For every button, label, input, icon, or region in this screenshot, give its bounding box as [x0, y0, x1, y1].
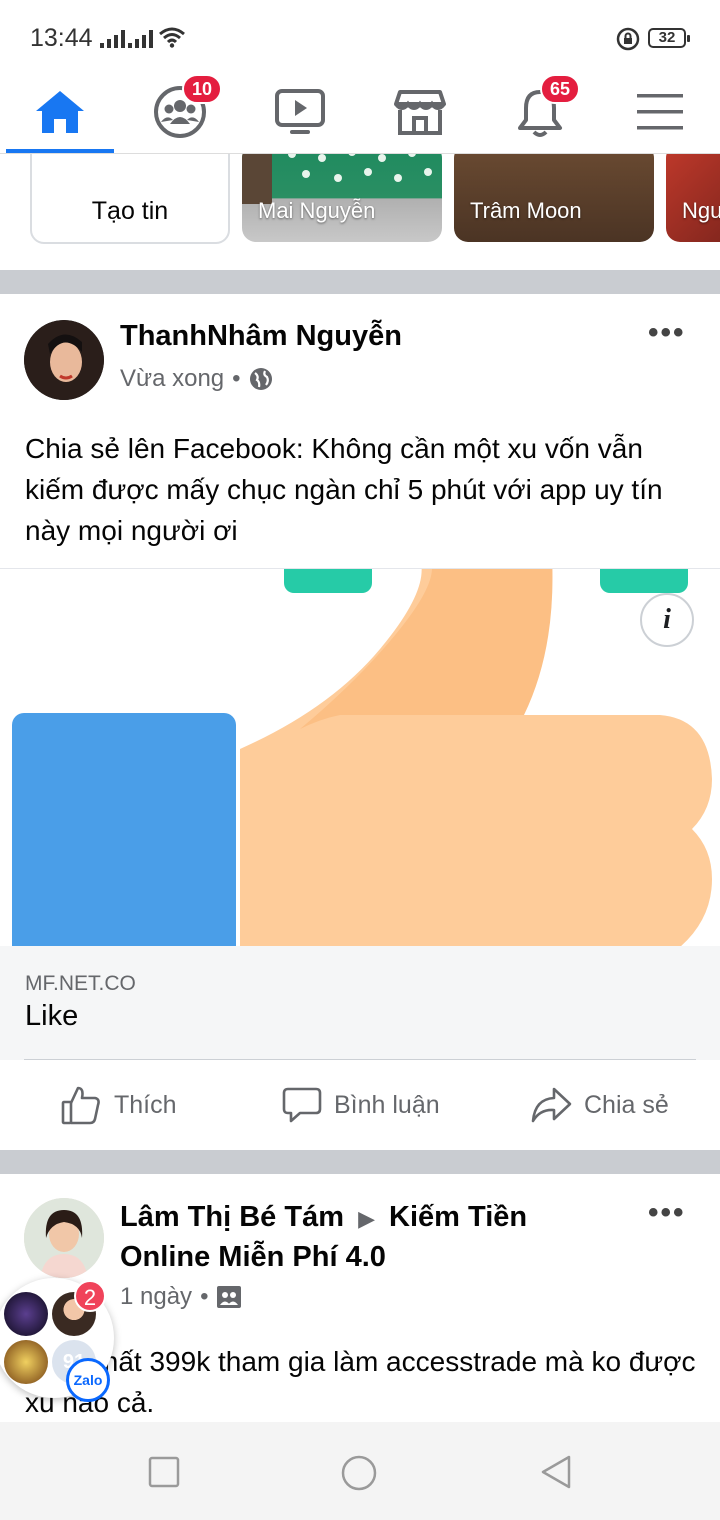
thumbs-up-illustration [12, 569, 712, 946]
like-label: Thích [114, 1090, 177, 1119]
system-navigation-bar [0, 1422, 720, 1520]
link-title: Like [25, 1000, 79, 1032]
arrow-right-icon: ▶ [358, 1206, 375, 1231]
nav-marketplace[interactable] [360, 70, 480, 154]
post-time[interactable]: 1 ngày [120, 1283, 192, 1311]
signal-icon-2 [128, 28, 153, 48]
active-tab-indicator [6, 149, 114, 153]
group-name[interactable]: Kiếm Tiền [389, 1201, 527, 1233]
avatar-photo [24, 320, 104, 400]
story-card[interactable]: Trâm Moon [454, 154, 654, 242]
link-domain: MF.NET.CO [25, 972, 136, 995]
zalo-chat-bubble[interactable]: 91 2 Zalo [0, 1278, 114, 1402]
story-card[interactable]: Ngu [666, 154, 720, 242]
home-circle-icon[interactable] [340, 1454, 378, 1492]
zalo-logo: Zalo [66, 1358, 110, 1402]
post-author[interactable]: Lâm Thị Bé Tám [120, 1201, 344, 1233]
group-audience-icon [217, 1286, 242, 1308]
author-avatar[interactable] [24, 320, 104, 400]
post-options-button[interactable]: ••• [648, 316, 686, 350]
status-time: 13:44 [30, 24, 93, 52]
comment-button[interactable]: Bình luận [282, 1060, 440, 1150]
menu-icon [637, 94, 683, 130]
battery-indicator: 32 [648, 28, 690, 48]
post-meta: 1 ngày • [120, 1283, 242, 1311]
groups-badge: 10 [182, 74, 222, 104]
author-avatar[interactable] [24, 1198, 104, 1278]
share-label: Chia sẻ [584, 1090, 669, 1119]
wifi-icon [159, 27, 185, 48]
link-preview-footer[interactable]: MF.NET.CO Like [0, 946, 720, 1060]
stories-tray: Tạo tin Mai Nguyễn Trâm Moon Ngu [0, 154, 720, 270]
share-icon [531, 1087, 572, 1123]
post-header: Lâm Thị Bé Tám ▶ Kiếm Tiền Online Miễn P… [120, 1198, 640, 1276]
marketplace-icon [394, 90, 446, 135]
ad-info-button[interactable]: i [640, 593, 694, 647]
story-card[interactable]: Mai Nguyễn [242, 154, 442, 242]
post-text: Chia sẻ lên Facebook: Không cần một xu v… [25, 433, 663, 546]
post-actions: Thích Bình luận Chia sẻ [0, 1060, 720, 1150]
globe-icon [249, 368, 272, 390]
feed-separator [0, 270, 720, 294]
story-name: Ngu [682, 198, 720, 223]
meta-dot: • [200, 1283, 209, 1310]
story-name: Trâm Moon [470, 198, 582, 223]
nav-watch[interactable] [240, 70, 360, 154]
feed-separator [0, 1150, 720, 1174]
post-options-button[interactable]: ••• [648, 1196, 686, 1230]
signal-icon [100, 28, 125, 48]
nav-groups[interactable]: 10 [120, 70, 240, 154]
create-story-card[interactable]: Tạo tin [30, 154, 230, 244]
story-name: Mai Nguyễn [258, 198, 376, 223]
home-icon [36, 91, 84, 133]
post-text: Mình mất 399k tham gia làm accesstrade m… [25, 1346, 696, 1418]
top-navigation: 10 65 [0, 70, 720, 154]
avatar-photo [24, 1198, 104, 1278]
link-preview-image[interactable]: i [0, 568, 720, 946]
share-button[interactable]: Chia sẻ [530, 1060, 669, 1150]
status-bar: 13:44 32 [0, 0, 720, 70]
nav-home[interactable] [0, 70, 120, 154]
post-time[interactable]: Vừa xong [120, 365, 224, 393]
notifications-badge: 65 [540, 74, 580, 104]
meta-dot: • [232, 365, 241, 392]
recents-icon[interactable] [148, 1456, 180, 1488]
post-meta: Vừa xong • [120, 365, 273, 393]
nav-menu[interactable] [600, 70, 720, 154]
nav-notifications[interactable]: 65 [480, 70, 600, 154]
chat-avatar [4, 1340, 48, 1384]
comment-label: Bình luận [334, 1090, 440, 1119]
zalo-badge: 2 [74, 1280, 106, 1312]
rotation-lock-icon [616, 27, 640, 51]
thumbs-up-icon [61, 1086, 100, 1125]
like-button[interactable]: Thích [60, 1060, 177, 1150]
create-story-label: Tạo tin [91, 197, 169, 225]
chat-avatar [4, 1292, 48, 1336]
post-author[interactable]: ThanhNhâm Nguyễn [120, 320, 402, 353]
video-icon [275, 89, 325, 134]
back-icon[interactable] [538, 1454, 574, 1490]
comment-icon [282, 1087, 322, 1123]
group-name-cont[interactable]: Online Miễn Phí 4.0 [120, 1241, 386, 1273]
